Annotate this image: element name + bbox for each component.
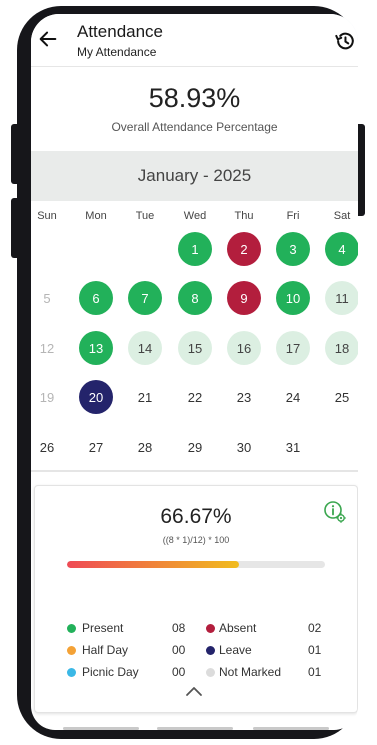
weekday-5: Fri (286, 210, 300, 222)
calendar-day[interactable]: 16 (227, 331, 261, 365)
page-subtitle: My Attendance (77, 45, 157, 59)
summary-formula: ((8 * 1)/12) * 100 (162, 535, 230, 545)
calendar-day[interactable]: 4 (325, 232, 358, 266)
calendar-day[interactable]: 13 (79, 331, 113, 365)
calendar-day[interactable]: 5 (31, 281, 64, 315)
calendar-day[interactable]: 7 (128, 281, 162, 315)
weekday-1: Mon (85, 210, 107, 222)
calendar-day[interactable]: 28 (128, 430, 162, 464)
overall-percentage: 58.93% (148, 83, 241, 113)
app-header: Attendance My Attendance (31, 14, 358, 67)
calendar-day[interactable]: 19 (31, 380, 64, 414)
weekday-6: Sat (333, 210, 351, 222)
attendance-summary-card: 66.67% ((8 * 1)/12) * 100 Present 08 Absen… (34, 485, 358, 713)
calendar-day[interactable]: 8 (178, 281, 212, 315)
calendar-day[interactable]: 10 (276, 281, 310, 315)
calendar-day[interactable]: 3 (276, 232, 310, 266)
legend-label: Absent (219, 621, 257, 635)
weekday-2: Tue (135, 210, 155, 222)
calendar-day[interactable]: 22 (178, 380, 212, 414)
legend-count: 01 (308, 643, 322, 657)
calendar-day[interactable]: 23 (227, 380, 261, 414)
calendar-day[interactable]: 21 (128, 380, 162, 414)
calendar-day[interactable]: 20 (79, 380, 113, 414)
legend-dot (206, 668, 215, 677)
weekday-4: Thu (234, 210, 254, 222)
calendar-divider (31, 470, 358, 472)
calendar-day[interactable]: 6 (79, 281, 113, 315)
legend-not-marked: Not Marked 01 (35, 664, 357, 682)
overall-percentage-label: Overall Attendance Percentage (111, 120, 278, 134)
calendar-day[interactable]: 29 (178, 430, 212, 464)
calendar-day[interactable]: 17 (276, 331, 310, 365)
month-title: January - 2025 (137, 166, 252, 185)
calendar-day[interactable]: 9 (227, 281, 261, 315)
attendance-progress-bar (67, 561, 325, 568)
calendar-day[interactable]: 11 (325, 281, 358, 315)
weekday-0: Sun (37, 210, 57, 222)
arrow-left-icon[interactable] (37, 28, 59, 50)
chevron-up-icon[interactable] (185, 685, 203, 697)
calendar-day[interactable]: 18 (325, 331, 358, 365)
legend-label: Leave (219, 643, 252, 657)
calendar-day[interactable]: 31 (276, 430, 310, 464)
calendar-day[interactable]: 2 (227, 232, 261, 266)
legend-label: Not Marked (219, 665, 282, 679)
legend-dot (206, 624, 215, 633)
attendance-progress-fill (67, 561, 239, 568)
calendar-day[interactable]: 24 (276, 380, 310, 414)
legend-absent: Absent 02 (35, 620, 357, 638)
calendar-day[interactable]: 12 (31, 331, 64, 365)
legend-count: 01 (308, 665, 322, 679)
legend-count: 02 (308, 621, 322, 635)
legend-leave: Leave 01 (35, 642, 357, 660)
calendar-day[interactable]: 14 (128, 331, 162, 365)
history-icon[interactable] (334, 30, 356, 52)
calendar-day[interactable]: 26 (31, 430, 64, 464)
calendar-day[interactable]: 1 (178, 232, 212, 266)
calendar-day[interactable]: 15 (178, 331, 212, 365)
legend-dot (206, 646, 215, 655)
nav-indicator-left (63, 727, 139, 730)
month-header: January - 2025 (31, 151, 358, 201)
calendar-day[interactable]: 25 (325, 380, 358, 414)
calendar-day[interactable]: 27 (79, 430, 113, 464)
page-title: Attendance (77, 22, 164, 41)
nav-indicator-center (157, 727, 233, 730)
weekday-3: Wed (183, 210, 207, 222)
calendar-day[interactable]: 30 (227, 430, 261, 464)
phone-screen: Attendance My Attendance 58.93% Overall … (31, 14, 358, 730)
summary-percentage: 66.67% (160, 505, 232, 528)
nav-indicator-right (253, 727, 329, 730)
